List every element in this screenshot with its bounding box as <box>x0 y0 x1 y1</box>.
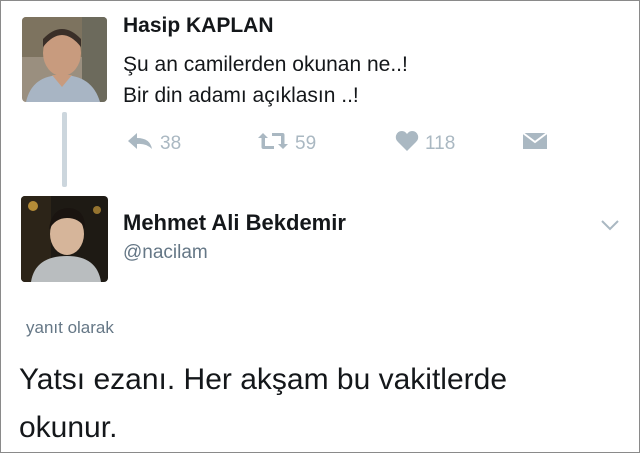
reply-author-name[interactable]: Mehmet Ali Bekdemir <box>123 210 346 236</box>
avatar-hasip-kaplan[interactable] <box>22 17 107 102</box>
like-count: 118 <box>425 133 456 154</box>
original-tweet-line-2: Bir din adamı açıklasın ..! <box>123 84 359 107</box>
reply-context-label: yanıt olarak <box>26 318 114 337</box>
original-author-name[interactable]: Hasip KAPLAN <box>123 14 274 38</box>
avatar-mehmet-ali-bekdemir[interactable] <box>21 196 108 282</box>
reply-count: 38 <box>160 133 182 154</box>
reply-tweet-text: Yatsı ezanı. Her akşam bu vakitlerde oku… <box>19 356 507 452</box>
envelope-icon <box>522 131 548 157</box>
retweet-count: 59 <box>295 133 317 154</box>
reply-icon <box>126 131 154 157</box>
heart-icon <box>395 130 419 158</box>
retweet-icon <box>257 130 289 158</box>
direct-message-button[interactable] <box>522 131 548 157</box>
original-tweet-text: Şu an camilerden okunan ne..! Bir din ad… <box>123 49 408 111</box>
tweet-menu-button[interactable] <box>600 218 620 237</box>
chevron-down-icon <box>600 219 620 236</box>
reply-tweet-line-1: Yatsı ezanı. Her akşam bu vakitlerde <box>19 363 507 396</box>
retweet-button[interactable]: 59 <box>257 131 316 157</box>
original-tweet-line-1: Şu an camilerden okunan ne..! <box>123 53 408 76</box>
reply-button[interactable]: 38 <box>126 131 181 157</box>
like-button[interactable]: 118 <box>395 131 455 157</box>
reply-tweet-line-2: okunur. <box>19 411 118 444</box>
thread-connector-line <box>62 112 67 187</box>
reply-author-handle[interactable]: @nacilam <box>123 242 208 264</box>
